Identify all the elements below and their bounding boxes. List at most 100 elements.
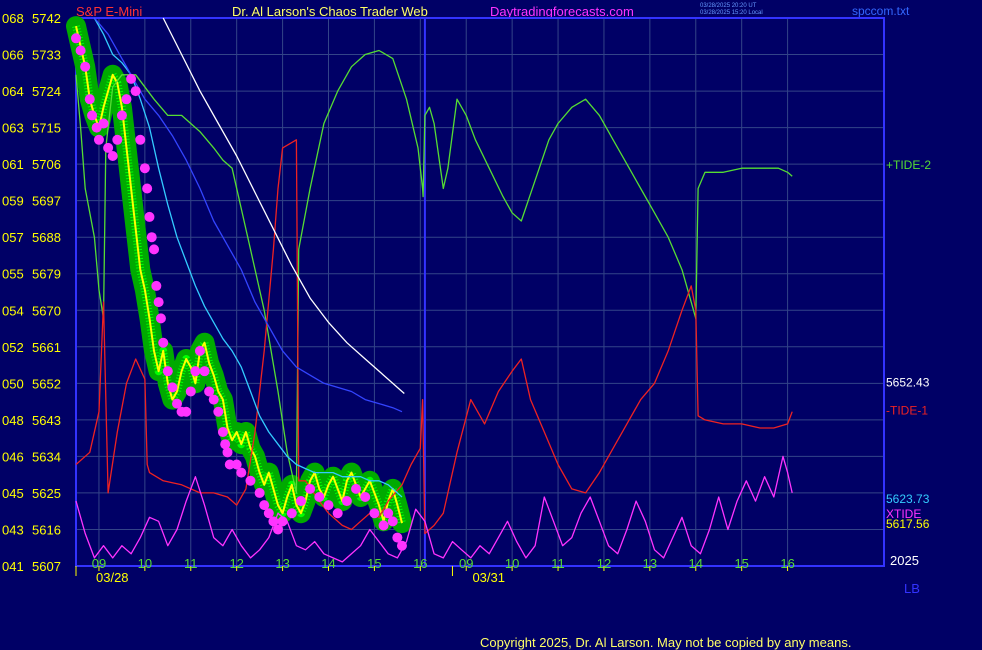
marker-point (295, 496, 306, 507)
y-tick-price: 5625 (32, 486, 61, 501)
y-tick-price: 5742 (32, 11, 61, 26)
marker-point (142, 183, 153, 194)
y-tick-price: 5733 (32, 48, 61, 63)
y-tick-code: 048 (2, 413, 24, 428)
right-label: -TIDE-1 (886, 404, 928, 418)
marker-point (245, 475, 256, 486)
marker-point (369, 508, 380, 519)
x-tick-label: 10 (505, 556, 519, 571)
x-tick-label: 12 (229, 556, 243, 571)
right-label: 5652.43 (886, 376, 930, 390)
y-tick-code: 059 (2, 194, 24, 209)
series-line-1 (75, 49, 793, 494)
marker-point (149, 244, 160, 255)
marker-point (130, 86, 141, 97)
marker-point (305, 483, 316, 494)
year-label: 2025 (890, 553, 919, 568)
marker-point (314, 491, 325, 502)
y-tick-code: 043 (2, 522, 24, 537)
marker-point (199, 366, 210, 377)
marker-point (396, 540, 407, 551)
marker-point (93, 134, 104, 145)
x-tick-label: 13 (275, 556, 289, 571)
right-label: 5617.56 (886, 517, 930, 531)
y-tick-code: 061 (2, 157, 24, 172)
x-tick-label: 15 (734, 556, 748, 571)
y-tick-code: 052 (2, 340, 24, 355)
marker-point (213, 406, 224, 417)
y-tick-price: 5616 (32, 522, 61, 537)
y-tick-price: 5661 (32, 340, 61, 355)
marker-point (87, 110, 98, 121)
y-tick-code: 045 (2, 486, 24, 501)
marker-point (167, 382, 178, 393)
marker-point (222, 447, 233, 458)
marker-point (387, 516, 398, 527)
y-tick-code: 066 (2, 48, 24, 63)
marker-point (112, 134, 123, 145)
x-tick-label: 15 (367, 556, 381, 571)
marker-point (181, 406, 192, 417)
copyright-notice: Copyright 2025, Dr. Al Larson. May not b… (480, 635, 852, 650)
y-tick-price: 5679 (32, 267, 61, 282)
y-tick-price: 5697 (32, 194, 61, 209)
marker-point (153, 297, 164, 308)
y-tick-code: 064 (2, 84, 24, 99)
y-tick-price: 5643 (32, 413, 61, 428)
y-tick-price: 5724 (32, 84, 61, 99)
marker-point (151, 280, 162, 291)
marker-point (332, 508, 343, 519)
marker-point (323, 500, 334, 511)
marker-point (75, 45, 86, 56)
y-tick-price: 5706 (32, 157, 61, 172)
y-tick-price: 5652 (32, 376, 61, 391)
y-tick-code: 041 (2, 559, 24, 574)
marker-point (360, 491, 371, 502)
y-tick-code: 068 (2, 11, 24, 26)
marker-point (236, 467, 247, 478)
marker-point (84, 94, 95, 105)
date-label: 03/31 (472, 570, 505, 585)
marker-point (351, 483, 362, 494)
series-line-2 (75, 139, 793, 535)
marker-point (162, 366, 173, 377)
marker-point (71, 33, 81, 44)
marker-point (107, 151, 118, 162)
x-tick-label: 11 (184, 556, 198, 571)
right-label: 5623.73 (886, 492, 930, 506)
y-tick-price: 5634 (32, 449, 61, 464)
marker-point (277, 516, 288, 527)
marker-point (126, 73, 137, 84)
marker-point (116, 110, 127, 121)
x-tick-label: 16 (780, 556, 794, 571)
marker-point (341, 496, 352, 507)
marker-point (208, 394, 219, 405)
y-tick-code: 054 (2, 303, 24, 318)
marker-point (80, 61, 91, 72)
marker-point (135, 134, 146, 145)
marker-point (185, 386, 196, 397)
y-tick-code: 063 (2, 121, 24, 136)
x-tick-label: 14 (689, 556, 703, 571)
x-tick-label: 10 (138, 556, 152, 571)
marker-point (98, 118, 109, 129)
marker-point (194, 345, 205, 356)
y-tick-code: 050 (2, 376, 24, 391)
x-tick-label: 12 (597, 556, 611, 571)
y-tick-price: 5607 (32, 559, 61, 574)
x-tick-label: 11 (551, 556, 565, 571)
x-tick-label: 13 (643, 556, 657, 571)
marker-point (121, 94, 132, 105)
marker-point (254, 487, 265, 498)
marker-point (155, 313, 166, 324)
right-label: +TIDE-2 (886, 158, 931, 172)
x-tick-label: 16 (413, 556, 427, 571)
marker-point (139, 163, 150, 174)
marker-point (286, 508, 297, 519)
marker-point (190, 366, 201, 377)
price-chart: 041 5607 043 5616 045 5625 046 5634 048 5643 050 56… (2, 11, 931, 596)
marker-point (378, 520, 389, 531)
marker-point (144, 211, 155, 222)
marker-point (217, 427, 228, 438)
y-tick-code: 055 (2, 267, 24, 282)
